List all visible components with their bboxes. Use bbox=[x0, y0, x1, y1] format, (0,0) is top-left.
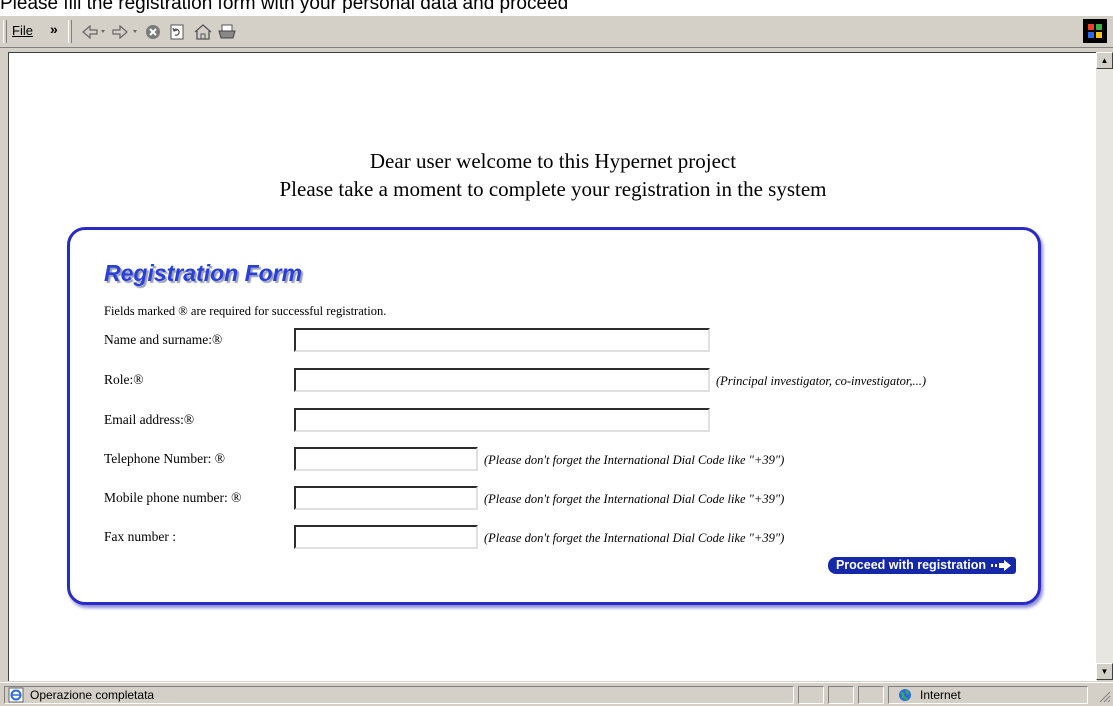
field-row-fax: Fax number : (Please don't forget the In… bbox=[104, 525, 1034, 551]
telephone-hint: (Please don't forget the International D… bbox=[484, 453, 785, 467]
mobile-hint: (Please don't forget the International D… bbox=[484, 492, 785, 506]
print-button[interactable] bbox=[216, 22, 238, 42]
print-icon bbox=[218, 24, 236, 39]
registration-form: Registration Form Fields marked ® are re… bbox=[67, 227, 1041, 605]
globe-icon bbox=[899, 689, 911, 701]
welcome-message: Dear user welcome to this Hypernet proje… bbox=[9, 147, 1097, 203]
resize-grip-icon[interactable] bbox=[1097, 689, 1111, 703]
role-label: Role:® bbox=[104, 372, 144, 387]
welcome-line-2: Please take a moment to complete your re… bbox=[279, 177, 827, 201]
field-row-name: Name and surname:® bbox=[104, 328, 1034, 354]
stop-button[interactable] bbox=[142, 22, 164, 42]
welcome-line-1: Dear user welcome to this Hypernet proje… bbox=[369, 149, 737, 173]
scroll-up-arrow-icon[interactable]: ▲ bbox=[1096, 52, 1113, 69]
name-input[interactable] bbox=[294, 328, 710, 352]
security-zone-label: Internet bbox=[920, 688, 961, 702]
field-row-telephone: Telephone Number: ® (Please don't forget… bbox=[104, 447, 1034, 473]
menu-overflow-chevron[interactable]: » bbox=[50, 21, 58, 37]
email-label: Email address:® bbox=[104, 412, 195, 427]
mobile-label: Mobile phone number: ® bbox=[104, 490, 242, 505]
toolbar-grip bbox=[3, 20, 7, 43]
status-main-pane bbox=[4, 686, 794, 704]
mobile-input[interactable] bbox=[294, 486, 478, 510]
vertical-scrollbar[interactable]: ▲ ▼ bbox=[1096, 52, 1113, 680]
back-button[interactable] bbox=[80, 22, 108, 42]
field-row-email: Email address:® bbox=[104, 408, 1034, 434]
home-button[interactable] bbox=[192, 22, 214, 42]
proceed-button[interactable]: Proceed with registration bbox=[827, 557, 1016, 574]
telephone-input[interactable] bbox=[294, 447, 478, 471]
status-pane bbox=[858, 686, 884, 704]
scroll-down-arrow-icon[interactable]: ▼ bbox=[1096, 663, 1113, 680]
browser-viewport: Dear user welcome to this Hypernet proje… bbox=[0, 48, 1113, 682]
status-bar: Operazione completata Internet bbox=[0, 682, 1113, 706]
back-icon bbox=[82, 25, 105, 39]
fax-hint: (Please don't forget the International D… bbox=[484, 531, 785, 545]
forward-icon bbox=[112, 25, 137, 39]
stop-icon bbox=[146, 25, 160, 39]
menu-file[interactable]: File bbox=[12, 23, 33, 38]
arrow-right-icon bbox=[991, 560, 1011, 571]
status-pane bbox=[828, 686, 854, 704]
page-content: Dear user welcome to this Hypernet proje… bbox=[8, 52, 1097, 681]
fax-input[interactable] bbox=[294, 525, 478, 549]
fax-label: Fax number : bbox=[104, 529, 176, 544]
email-input[interactable] bbox=[294, 408, 710, 432]
forward-button[interactable] bbox=[110, 22, 140, 42]
form-title: Registration Form bbox=[104, 260, 303, 286]
browser-toolbar: File » bbox=[0, 16, 1113, 48]
role-hint: (Principal investigator, co-investigator… bbox=[716, 374, 927, 388]
status-pane bbox=[798, 686, 824, 704]
home-icon bbox=[194, 24, 212, 40]
name-label: Name and surname:® bbox=[104, 332, 223, 347]
menu-file-label: File bbox=[12, 23, 33, 38]
refresh-icon bbox=[170, 24, 184, 40]
refresh-button[interactable] bbox=[166, 22, 188, 42]
telephone-label: Telephone Number: ® bbox=[104, 451, 226, 466]
toolbar-separator bbox=[68, 20, 72, 43]
field-row-mobile: Mobile phone number: ® (Please don't for… bbox=[104, 486, 1034, 512]
status-zone-pane bbox=[888, 686, 1088, 704]
windows-logo-icon bbox=[1083, 19, 1107, 43]
role-input[interactable] bbox=[294, 368, 710, 392]
field-row-role: Role:® (Principal investigator, co-inves… bbox=[104, 368, 1034, 394]
proceed-button-label: Proceed with registration bbox=[835, 558, 986, 572]
required-fields-note: Fields marked ® are required for success… bbox=[104, 304, 387, 318]
window-caption: Please fill the registration form with y… bbox=[0, 0, 569, 14]
